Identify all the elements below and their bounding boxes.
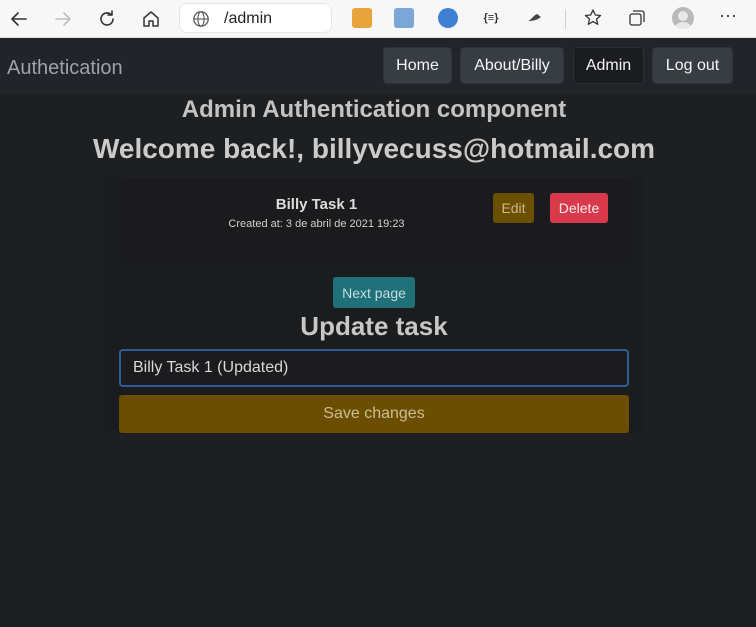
translate-icon[interactable] [352,8,372,28]
nav-logout-button[interactable]: Log out [652,47,733,84]
refresh-icon[interactable] [93,5,121,33]
reader-icon[interactable] [526,8,546,28]
update-task-title: Update task [300,311,448,341]
forward-icon[interactable] [49,5,77,33]
address-url: /admin [224,10,273,27]
navbar-brand[interactable]: Authetication [7,57,123,80]
task-title: Billy Task 1 [275,196,358,213]
task-created-date: Created at: 3 de abril de 2021 19:23 [228,218,405,230]
address-bar[interactable]: /admin [179,3,332,33]
profile-icon[interactable] [672,7,694,29]
json-icon[interactable]: {≡} [481,8,501,28]
component-title: Admin Authentication component [181,96,567,123]
extension-blue-icon[interactable] [438,8,458,28]
nav-admin-button[interactable]: Admin [573,47,644,84]
translate-alt-icon[interactable] [394,8,414,28]
nav-home-button[interactable]: Home [383,47,452,84]
nav-about-button[interactable]: About/Billy [460,47,564,84]
browser-toolbar: /admin {≡} ··· [0,0,756,38]
welcome-heading: Welcome back!, billyvecuss@hotmail.com [92,133,656,164]
more-icon[interactable]: ··· [718,6,738,28]
next-page-button[interactable]: Next page [333,277,415,308]
toolbar-divider [565,9,566,29]
delete-task-button[interactable]: Delete [550,193,608,223]
navbar: Authetication Home About/Billy Admin Log… [0,38,756,95]
home-icon[interactable] [137,5,165,33]
save-changes-button[interactable]: Save changes [119,395,629,433]
edit-task-button[interactable]: Edit [493,193,534,223]
collections-icon[interactable] [627,8,647,28]
task-name-input[interactable] [119,349,629,387]
favorites-icon[interactable] [583,8,603,28]
globe-icon [193,11,209,27]
back-icon[interactable] [5,5,33,33]
